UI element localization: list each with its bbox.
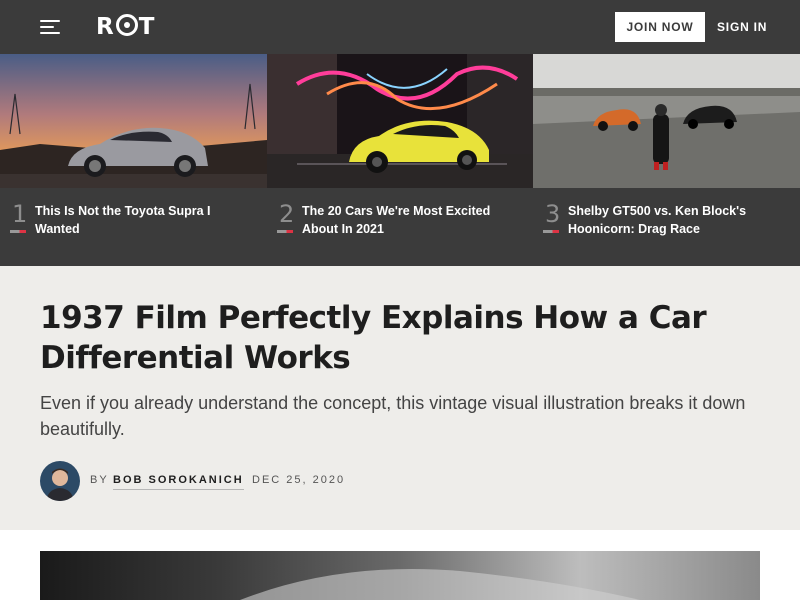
logo-o-icon [115,14,138,36]
trending-rank-2: 2 [279,200,295,228]
hero-image [40,551,760,600]
publish-date: DEC 25, 2020 [252,474,346,486]
rank-underline [10,230,26,233]
sign-in-link[interactable]: SIGN IN [717,12,767,42]
trending-image-nissan-z[interactable] [267,54,533,188]
trending-card-1[interactable]: 1 This Is Not the Toyota Supra I Wanted [0,54,267,266]
rank-underline [277,230,293,233]
trending-title-2[interactable]: The 20 Cars We're Most Excited About In … [302,202,502,238]
hamburger-menu-icon[interactable] [40,17,60,37]
trending-title-1[interactable]: This Is Not the Toyota Supra I Wanted [35,202,235,238]
trending-card-3[interactable]: 3 Shelby GT500 vs. Ken Block's Hoonicorn… [533,54,800,266]
author-avatar[interactable] [40,461,80,501]
join-now-button[interactable]: JOIN NOW [615,12,705,42]
trending-image-supra[interactable] [0,54,267,188]
byline-prefix: BY [90,474,109,486]
hero-section [0,530,800,600]
trending-stories-strip: 1 This Is Not the Toyota Supra I Wanted [0,54,800,266]
article-headline: 1937 Film Perfectly Explains How a Car D… [40,300,707,376]
site-logo[interactable]: RT [96,14,155,40]
trending-title-3[interactable]: Shelby GT500 vs. Ken Block's Hoonicorn: … [568,202,768,238]
top-navigation-bar: RT JOIN NOW SIGN IN [0,0,800,54]
trending-image-drag-race[interactable] [533,54,800,188]
article-header: 1937 Film Perfectly Explains How a Car D… [0,266,800,530]
trending-card-2[interactable]: 2 The 20 Cars We're Most Excited About I… [267,54,533,266]
rank-underline [543,230,559,233]
trending-rank-1: 1 [12,200,28,228]
article-dek: Even if you already understand the conce… [40,393,746,439]
author-link[interactable]: BOB SOROKANICH [113,474,244,490]
trending-rank-3: 3 [545,200,561,228]
